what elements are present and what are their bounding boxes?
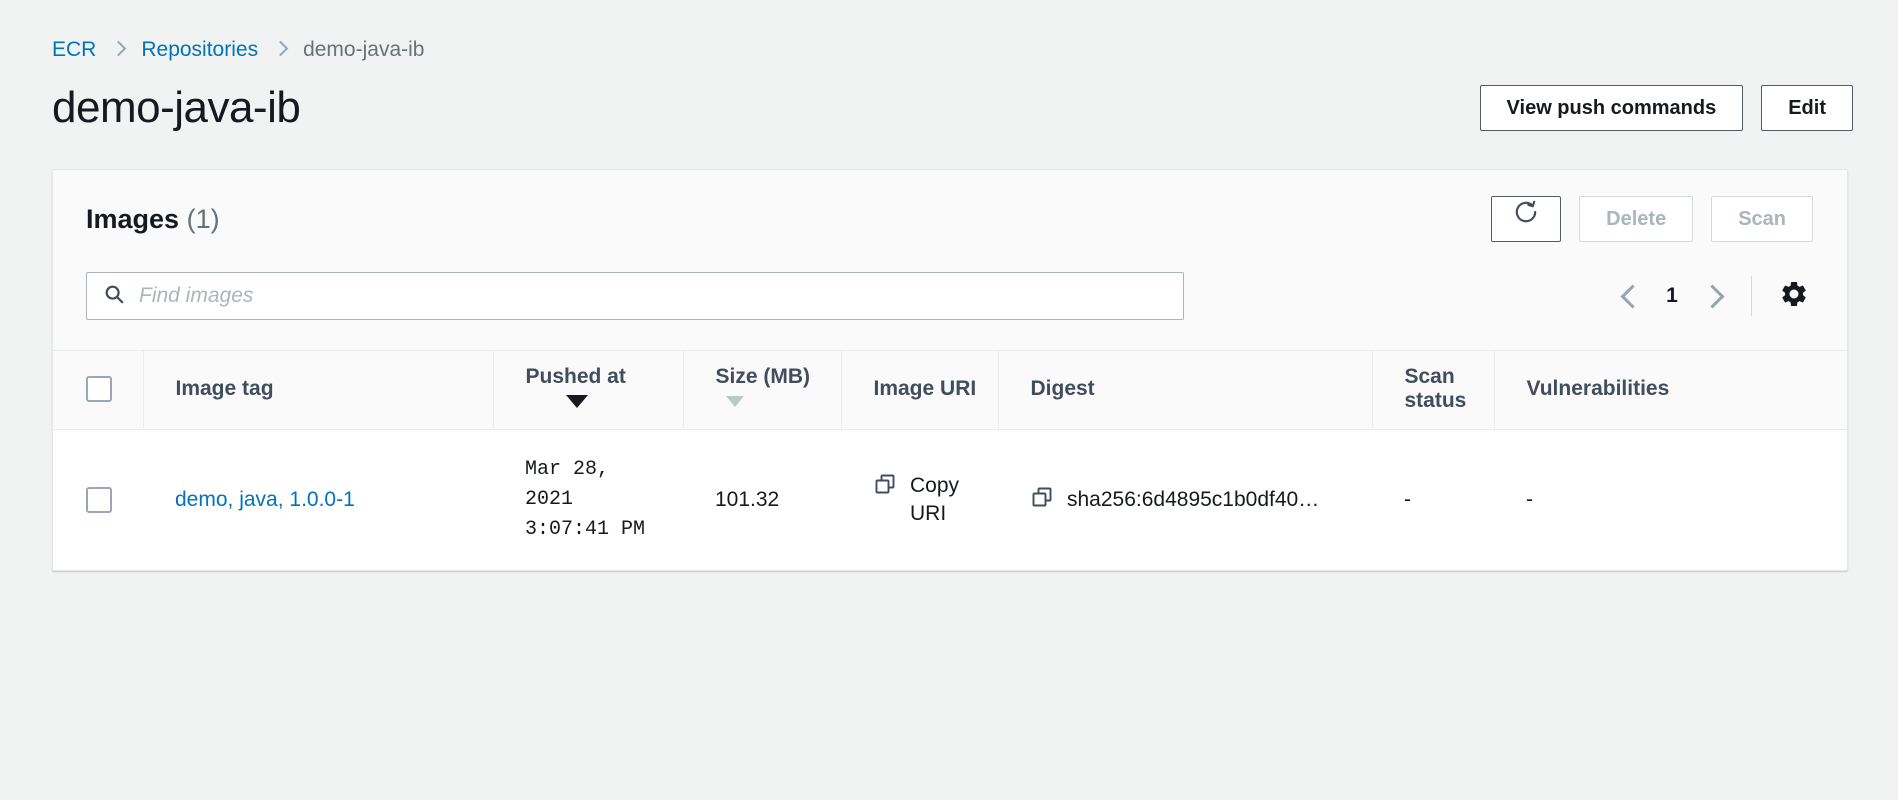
column-header-image-tag-label: Image tag	[175, 377, 274, 401]
card-header: Images (1) Delete Scan	[53, 170, 1847, 263]
cell-image-tag: demo, java, 1.0.0-1	[143, 429, 493, 570]
search-placeholder: Find images	[139, 284, 254, 308]
pushed-at-value: Mar 28, 2021 3:07:41 PM	[525, 457, 646, 542]
gear-icon	[1779, 279, 1809, 314]
cell-vulnerabilities: -	[1494, 429, 1847, 570]
column-header-vulnerabilities[interactable]: Vulnerabilities	[1493, 350, 1847, 431]
row-select-checkbox[interactable]	[86, 487, 112, 514]
column-header-image-uri-label: Image URI	[873, 377, 977, 401]
size-value: 101.32	[715, 488, 780, 512]
select-all-header	[53, 350, 143, 431]
column-header-digest[interactable]: Digest	[997, 350, 1372, 431]
table-preferences-button[interactable]	[1774, 276, 1814, 316]
breadcrumb-separator-icon	[275, 41, 286, 59]
search-input[interactable]: Find images	[86, 272, 1184, 321]
page-header: demo-java-ib View push commands Edit	[0, 62, 1898, 132]
breadcrumb: ECR Repositories demo-java-ib	[0, 0, 1898, 62]
sort-descending-icon	[565, 395, 588, 409]
vulnerabilities-value: -	[1526, 488, 1533, 512]
pagination-divider	[1751, 276, 1752, 317]
card-actions: Delete Scan	[1491, 196, 1813, 243]
select-all-checkbox[interactable]	[86, 376, 112, 403]
breadcrumb-item-ecr[interactable]: ECR	[52, 38, 96, 62]
column-header-size-label: Size (MB)	[715, 365, 811, 389]
pagination-page-1[interactable]: 1	[1655, 284, 1689, 308]
page-header-actions: View push commands Edit	[1479, 85, 1853, 132]
breadcrumb-item-repositories[interactable]: Repositories	[141, 38, 258, 62]
cell-size: 101.32	[683, 429, 841, 570]
scan-button[interactable]: Scan	[1711, 196, 1813, 243]
column-header-pushed-at[interactable]: Pushed at	[492, 350, 683, 431]
cell-scan-status: -	[1372, 429, 1494, 570]
chevron-left-icon	[1619, 284, 1645, 309]
page-title: demo-java-ib	[52, 83, 301, 132]
copy-icon[interactable]	[873, 472, 897, 502]
sort-inactive-icon	[725, 396, 744, 408]
scan-status-value: -	[1404, 488, 1411, 512]
column-header-scan-status[interactable]: Scan status	[1371, 350, 1494, 431]
card-title: Images (1)	[86, 204, 220, 235]
table-header-row: Image tag Pushed at Size (MB) Image URI	[53, 350, 1847, 431]
refresh-icon	[1513, 197, 1539, 241]
column-header-digest-label: Digest	[1030, 377, 1095, 401]
row-select-cell	[53, 429, 143, 570]
view-push-commands-button[interactable]: View push commands	[1479, 85, 1744, 132]
pagination: 1	[1609, 273, 1814, 319]
card-title-count: (1)	[186, 203, 220, 234]
breadcrumb-item-current: demo-java-ib	[303, 38, 425, 61]
delete-button[interactable]: Delete	[1579, 196, 1694, 243]
pagination-prev-button[interactable]	[1609, 273, 1655, 319]
refresh-button[interactable]	[1491, 196, 1562, 243]
chevron-right-icon	[1699, 284, 1725, 309]
breadcrumb-separator-icon	[113, 41, 124, 59]
column-header-vulnerabilities-label: Vulnerabilities	[1526, 377, 1670, 401]
column-header-scan-status-label: Scan status	[1404, 365, 1467, 413]
cell-digest: sha256:6d4895c1b0df40…	[998, 429, 1372, 570]
images-table: Image tag Pushed at Size (MB) Image URI	[53, 350, 1847, 570]
cell-image-uri: Copy URI	[841, 429, 998, 570]
images-card: Images (1) Delete Scan Find images 1 Ima…	[52, 169, 1848, 571]
column-header-image-tag[interactable]: Image tag	[142, 350, 493, 431]
image-tag-link[interactable]: demo, java, 1.0.0-1	[175, 488, 355, 511]
cell-pushed-at: Mar 28, 2021 3:07:41 PM	[493, 429, 683, 570]
copy-uri-label[interactable]: Copy URI	[910, 472, 984, 529]
edit-button[interactable]: Edit	[1761, 85, 1853, 132]
column-header-pushed-at-label: Pushed at	[525, 365, 626, 389]
digest-value: sha256:6d4895c1b0df40…	[1067, 488, 1320, 512]
card-title-text: Images	[86, 203, 180, 234]
filter-row: Find images 1	[53, 262, 1847, 351]
column-header-image-uri[interactable]: Image URI	[840, 350, 998, 431]
copy-icon[interactable]	[1030, 485, 1054, 515]
column-header-size[interactable]: Size (MB)	[682, 350, 841, 431]
table-row: demo, java, 1.0.0-1 Mar 28, 2021 3:07:41…	[53, 429, 1847, 570]
pagination-next-button[interactable]	[1689, 273, 1735, 319]
search-icon	[103, 283, 125, 310]
